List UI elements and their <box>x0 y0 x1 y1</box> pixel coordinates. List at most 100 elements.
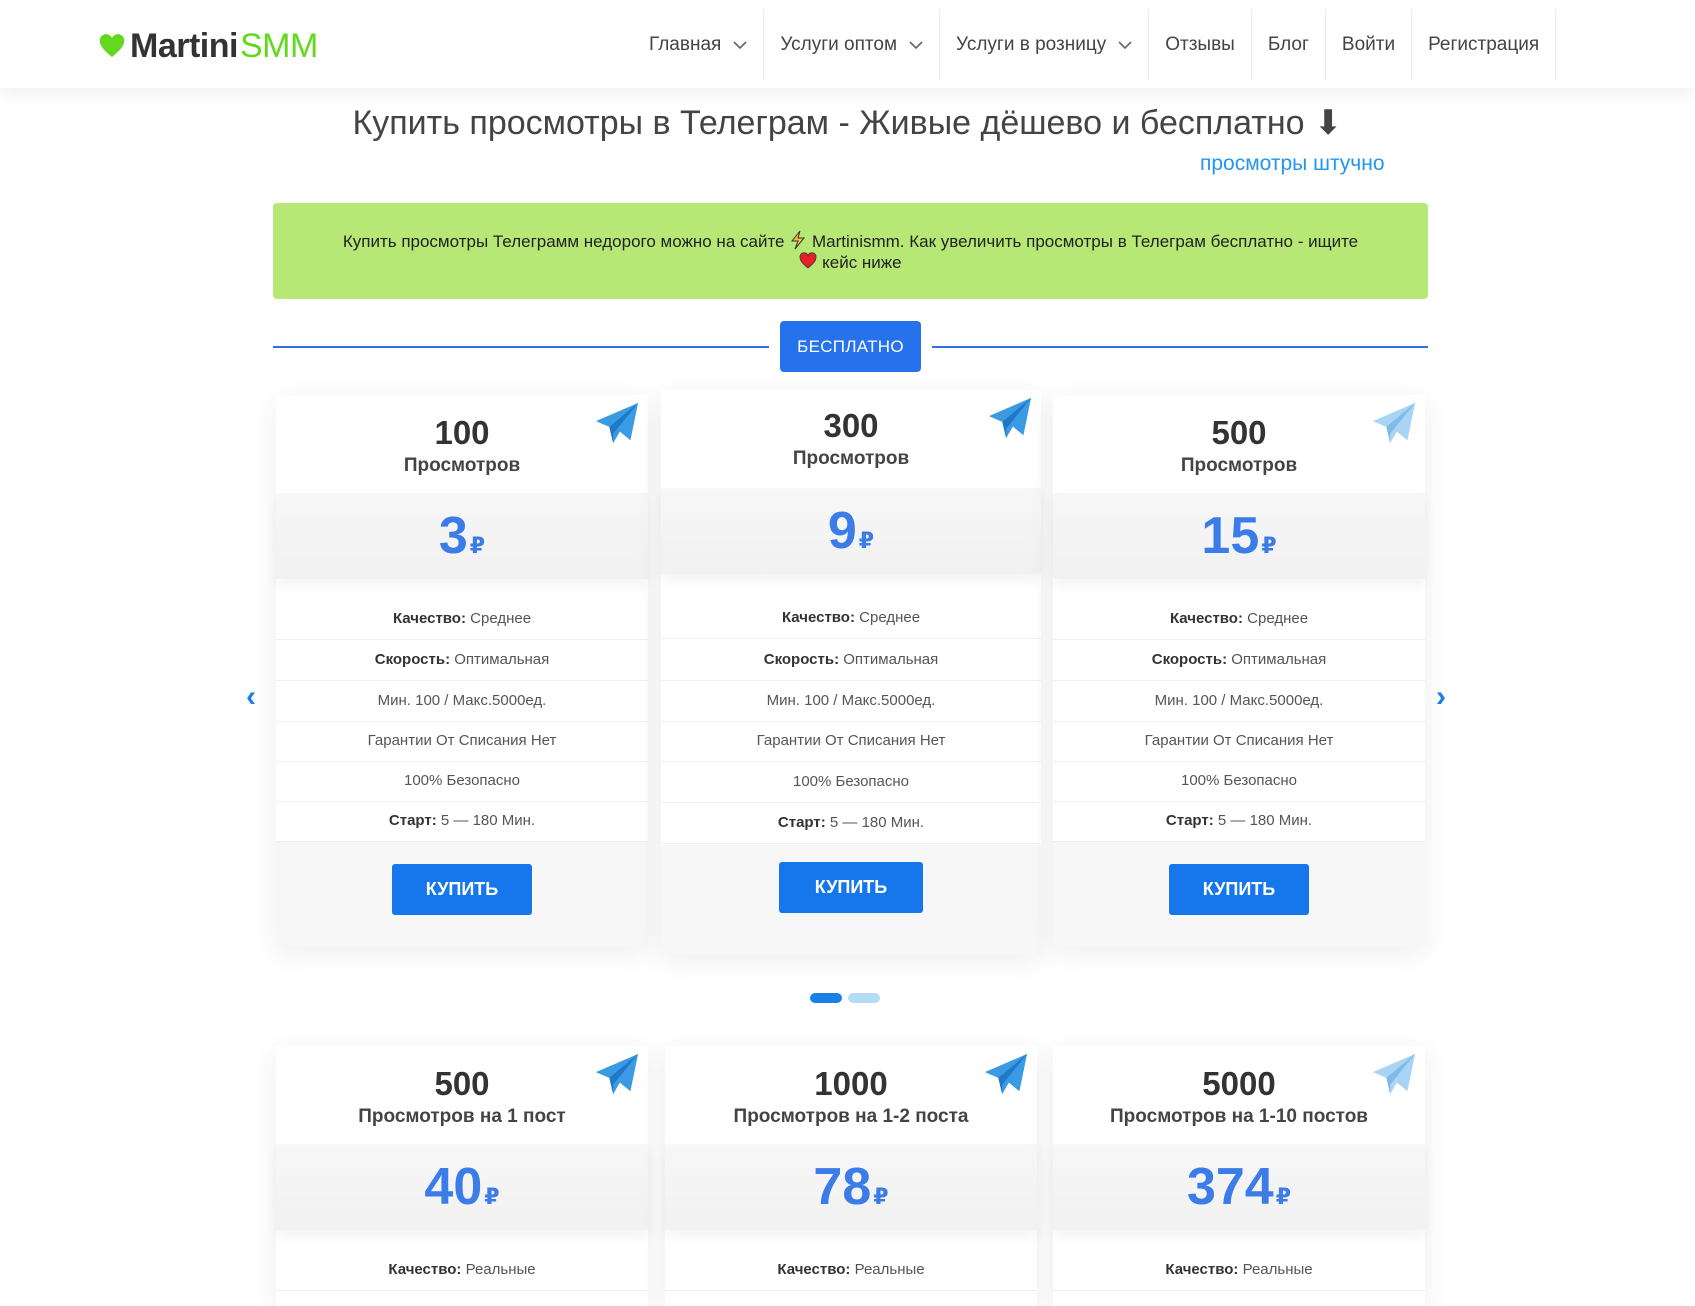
pricing-card: 100 Просмотров 3₽ Качество: Среднее Скор… <box>276 395 648 947</box>
feature-guarantee: Гарантии От Списания Нет <box>276 721 648 762</box>
feature-label: Старт: <box>1165 812 1214 829</box>
nav-item-home[interactable]: Главная <box>633 10 765 80</box>
nav-label: Войти <box>1341 34 1396 55</box>
heart-icon <box>99 34 125 58</box>
pricing-card: 500 Просмотров на 1 пост 40₽ Качество: Р… <box>276 1046 648 1306</box>
feature-value: 5 — 180 Мин. <box>829 814 925 831</box>
feature-label: Качество: <box>392 610 466 627</box>
logo[interactable]: Martini SMM <box>98 26 318 66</box>
carousel-next-arrow[interactable]: › <box>1436 680 1446 714</box>
feature-label: Качество: <box>1165 1261 1239 1278</box>
main-nav: Главная Услуги оптом Услуги в розницу От… <box>633 10 1557 80</box>
buy-button[interactable]: КУПИТЬ <box>392 864 532 915</box>
price-value: 3 <box>438 507 468 565</box>
feature-label: Скорость: <box>374 651 451 668</box>
card-header: 500 Просмотров на 1 пост <box>276 1046 648 1144</box>
feature-speed: Скорость: Оптимальная <box>661 640 1041 681</box>
chevron-down-icon <box>1118 40 1132 49</box>
card-footer: КУПИТЬ <box>1053 842 1425 947</box>
buy-button[interactable]: КУПИТЬ <box>1169 864 1309 915</box>
card-quantity: 300 <box>823 407 879 444</box>
feature-label: Старт: <box>388 812 437 829</box>
price-box: 40₽ <box>276 1144 648 1230</box>
feature-value: Среднее <box>1247 610 1309 627</box>
pricing-card-featured: 300 Просмотров 9₽ Качество: Среднее Скор… <box>661 390 1041 955</box>
card-header: 300 Просмотров <box>661 390 1041 488</box>
nav-item-retail[interactable]: Услуги в розницу <box>940 10 1150 80</box>
card-quantity: 500 <box>434 1065 490 1102</box>
card-quantity: 500 <box>1211 414 1267 451</box>
feature-start: Старт: 5 — 180 Мин. <box>661 803 1041 844</box>
telegram-plane-icon <box>988 397 1032 439</box>
nav-label: Регистрация <box>1428 34 1540 55</box>
feature-value: Оптимальная <box>843 651 939 668</box>
feature-limits: Мин. 100 / Макс.5000ед. <box>1053 681 1425 722</box>
price-box: 3₽ <box>276 493 648 579</box>
pricing-card: 1000 Просмотров на 1-2 поста 78₽ Качеств… <box>665 1046 1037 1306</box>
feature-value: Среднее <box>470 610 532 627</box>
logo-text-bold: Martini <box>130 26 238 65</box>
logo-text-light: SMM <box>239 26 318 65</box>
feature-value: Реальные <box>465 1261 536 1278</box>
pricing-card: 500 Просмотров 15₽ Качество: Среднее Ско… <box>1053 395 1425 947</box>
price-value: 374 <box>1186 1158 1274 1216</box>
chevron-down-icon <box>733 40 747 49</box>
feature-value: Реальные <box>854 1261 925 1278</box>
telegram-plane-icon <box>595 402 639 444</box>
card-footer: КУПИТЬ <box>276 842 648 947</box>
carousel-dot-2[interactable] <box>848 993 880 1003</box>
feature-start: Старт: 5 — 180 Мин. <box>1053 801 1425 842</box>
feature-label: Качество: <box>1169 610 1243 627</box>
nav-label: Услуги оптом <box>780 34 898 55</box>
banner-text-part1: Купить просмотры Телеграмм недорого можн… <box>342 232 785 251</box>
feature-quality: Качество: Реальные <box>1053 1250 1425 1291</box>
feature-label: Качество: <box>781 609 855 626</box>
banner-text-part2: Martinismm. Как увеличить просмотры в Те… <box>811 232 1359 251</box>
feature-guarantee: Гарантии От Списания Нет <box>1053 721 1425 762</box>
feature-value: Реальные <box>1242 1261 1313 1278</box>
feature-label: Качество: <box>777 1261 851 1278</box>
buy-button[interactable]: КУПИТЬ <box>779 862 923 913</box>
price-box: 9₽ <box>661 488 1041 574</box>
feature-limits: Мин. 100 / Макс.5000ед. <box>276 681 648 722</box>
nav-item-login[interactable]: Войти <box>1326 10 1413 80</box>
card-unit: Просмотров на 1-10 постов <box>1110 1106 1368 1127</box>
feature-guarantee: Гарантии От Списания Нет <box>661 721 1041 762</box>
feature-quality: Качество: Реальные <box>665 1250 1037 1291</box>
carousel-dots <box>810 993 880 1003</box>
chevron-down-icon <box>909 40 923 49</box>
nav-item-wholesale[interactable]: Услуги оптом <box>764 10 941 80</box>
feature-value: Оптимальная <box>454 651 550 668</box>
card-quantity: 100 <box>434 414 490 451</box>
telegram-plane-icon <box>595 1053 639 1095</box>
card-header: 5000 Просмотров на 1-10 постов <box>1053 1046 1425 1144</box>
feature-value: Среднее <box>859 609 921 626</box>
price-box: 78₽ <box>665 1144 1037 1230</box>
telegram-plane-icon <box>984 1053 1028 1095</box>
feature-label: Скорость: <box>763 651 840 668</box>
currency-sign: ₽ <box>469 533 486 558</box>
card-header: 1000 Просмотров на 1-2 поста <box>665 1046 1037 1144</box>
card-footer: КУПИТЬ <box>661 845 1041 955</box>
currency-sign: ₽ <box>858 528 875 553</box>
card-header: 500 Просмотров <box>1053 395 1425 493</box>
price-box: 15₽ <box>1053 493 1425 579</box>
telegram-plane-icon <box>1372 1053 1416 1095</box>
lightning-icon <box>791 230 806 250</box>
feature-limits: Мин. 100 / Макс.5000ед. <box>661 681 1041 722</box>
free-tab-button[interactable]: БЕСПЛАТНО <box>780 321 921 372</box>
pricing-card: 5000 Просмотров на 1-10 постов 374₽ Каче… <box>1053 1046 1425 1306</box>
carousel-prev-arrow[interactable]: ‹ <box>246 680 256 714</box>
feature-quality: Качество: Среднее <box>276 599 648 640</box>
pieces-views-link[interactable]: просмотры штучно <box>1200 152 1385 176</box>
divider-right <box>932 346 1428 348</box>
currency-sign: ₽ <box>873 1184 889 1209</box>
carousel-dot-1[interactable] <box>810 993 842 1003</box>
card-header: 100 Просмотров <box>276 395 648 493</box>
card-unit: Просмотров <box>792 448 910 469</box>
nav-item-reviews[interactable]: Отзывы <box>1149 10 1252 80</box>
nav-item-blog[interactable]: Блог <box>1252 10 1326 80</box>
nav-item-register[interactable]: Регистрация <box>1412 10 1557 80</box>
info-banner: Купить просмотры Телеграмм недорого можн… <box>273 203 1428 299</box>
telegram-plane-icon <box>1372 402 1416 444</box>
